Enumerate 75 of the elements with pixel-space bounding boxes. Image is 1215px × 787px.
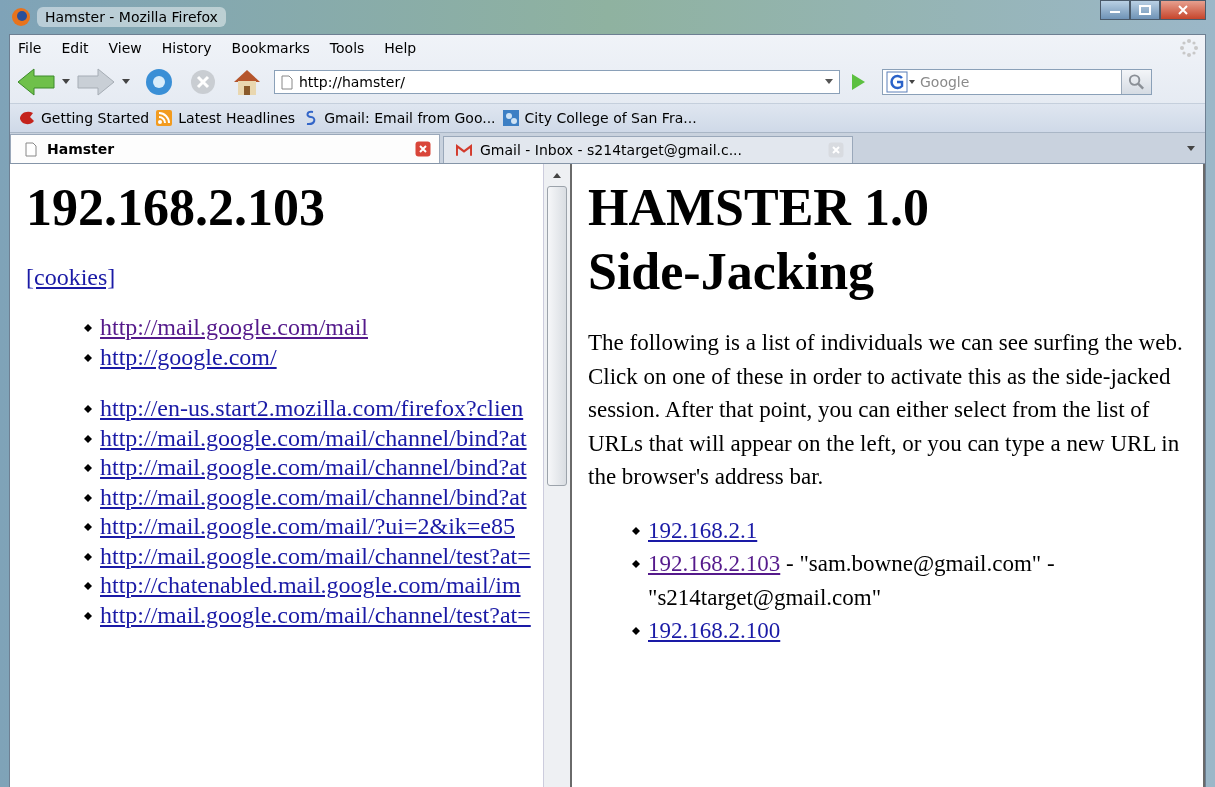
bullet-icon [632,560,640,568]
menu-item[interactable]: Help [384,40,417,56]
dropdown-arrow-icon[interactable] [1187,146,1195,152]
url-link[interactable]: http://mail.google.com/mail/?ui=2&ik=e85 [100,512,515,542]
globe-icon [11,7,31,27]
bullet-icon [84,434,92,443]
url-link[interactable]: http://google.com/ [100,342,277,372]
scroll-up-arrow-icon[interactable] [553,172,561,178]
address-bar[interactable]: http://hamster/ [274,70,840,94]
url-link[interactable]: http://mail.google.com/mail/channel/bind?at [100,453,527,483]
scrollbar[interactable] [543,164,570,787]
url-link[interactable]: http://mail.google.com/mail/channel/test?at= [100,600,531,630]
throbber-icon [1179,38,1199,58]
host-link[interactable]: 192.168.2.103 [648,551,781,576]
page-icon [281,74,293,90]
bookmark-link[interactable]: Getting Started [41,110,150,126]
bullet-icon [632,627,640,635]
browser-tab[interactable]: Gmail - Inbox - s214target@gmail.c... [443,136,853,163]
menu-item[interactable]: View [108,40,142,56]
search-bar[interactable]: Google [882,69,1152,95]
host-link[interactable]: 192.168.2.1 [648,517,758,543]
maximize-button[interactable] [1130,0,1160,20]
emblem-icon [501,109,520,127]
search-icon[interactable] [1121,70,1151,94]
bookmark-link[interactable]: Latest Headlines [178,110,296,126]
bullet-icon [84,523,92,531]
bullet-icon [84,464,92,472]
address-field[interactable]: http://hamster/ [299,74,819,90]
back-arrow-icon[interactable] [16,67,56,97]
url-link[interactable]: http://mail.google.com/mail/channel/bind?at [100,482,527,512]
bullet-icon [84,582,92,590]
page-icon [23,141,39,157]
window-title: Hamster - Mozilla Firefox [37,7,226,27]
page-heading: 192.168.2.103 [26,178,326,238]
bullet-icon [84,324,92,332]
url-link[interactable]: http://mail.google.com/mail/channel/bind?at [100,423,527,453]
caret-icon[interactable] [62,79,70,85]
host-entry: 192.168.2.103 - "sam.bowne@gmail.com" - "s214target@gmail.com" [648,550,1056,612]
close-button[interactable] [1160,0,1206,20]
caret-icon[interactable] [122,79,130,85]
bookmark-link[interactable]: City College of San Fra... [524,110,697,126]
minimize-button[interactable] [1100,0,1130,20]
close-icon [1176,5,1190,15]
menu-item[interactable]: Tools [329,40,365,56]
scroll-thumb[interactable] [547,186,567,486]
url-link[interactable]: http://chatenabled.mail.google.com/mail/im [100,571,521,601]
close-icon[interactable] [415,141,431,157]
bullet-icon [84,405,92,413]
dropdown-arrow-icon[interactable] [825,79,833,85]
bullet-icon [632,526,640,535]
menu-item[interactable]: History [161,40,212,56]
maximize-icon [1138,5,1152,15]
envelope-icon [456,142,472,158]
search-field[interactable]: Google [920,74,1117,90]
feed-icon [155,109,174,127]
intro-paragraph: The following is a list of individuals we can see surfing the web. Click on one of these in order to activate this as the side-jacked session. After that point, you can either select from the list of URLs that will appear on the left, or you can type a new URL in the browser's address bar. [588,329,1183,491]
bullet-icon [84,493,92,502]
cookies-link[interactable]: [cookies] [26,264,116,291]
bookmark-link[interactable]: Gmail: Email from Goo... [324,110,496,126]
url-link[interactable]: http://en-us.start2.mozilla.com/firefox?clien [100,394,524,424]
search-engine-icon[interactable] [886,71,916,93]
url-link[interactable]: http://mail.google.com/mail [100,313,368,343]
menu-item[interactable]: Bookmarks [231,40,310,56]
home-icon[interactable] [232,67,262,97]
menu-item[interactable]: Edit [61,40,89,56]
page-heading: HAMSTER 1.0 Side-Jacking [588,178,930,302]
menu-item[interactable]: File [18,40,42,56]
host-link[interactable]: 192.168.2.100 [648,618,781,643]
bullet-icon [84,552,92,561]
bullet-icon [84,353,92,362]
reload-icon[interactable] [144,67,174,97]
browser-tab[interactable]: Hamster [10,134,440,163]
flame-icon [18,109,36,127]
url-link[interactable]: http://mail.google.com/mail/channel/test?at= [100,541,531,571]
bullet-icon [84,611,92,620]
